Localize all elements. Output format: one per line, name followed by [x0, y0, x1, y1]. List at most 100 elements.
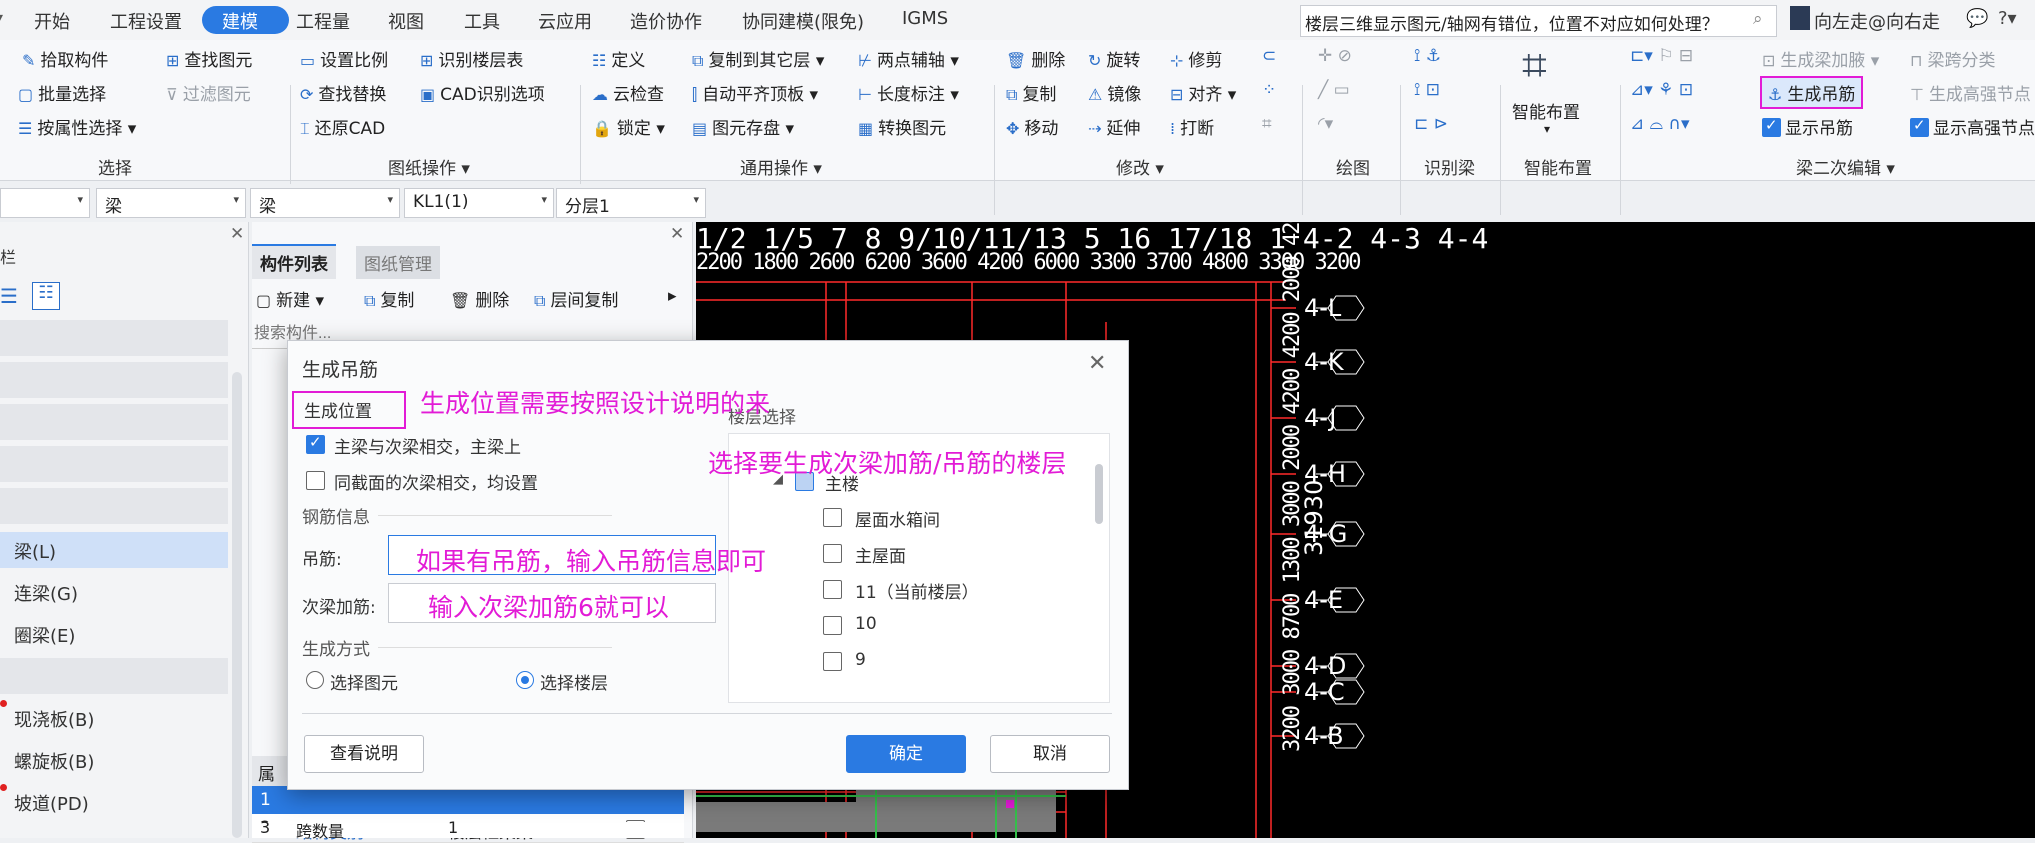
smart-layout-icon[interactable]: ⌗ [1522, 40, 1547, 91]
move-button[interactable]: ✥ 移动 [1006, 114, 1058, 139]
table-row[interactable]: 1 [252, 786, 684, 814]
layer-dropdown[interactable]: 分层1 ▾ [556, 188, 706, 218]
generate-hanger-button[interactable]: ⚓ 生成吊筋 [1760, 76, 1864, 109]
floor-checkbox[interactable] [823, 652, 842, 671]
batch-select-button[interactable]: ▢ 批量选择 [18, 80, 106, 105]
cad-options-button[interactable]: ▣ CAD识别选项 [420, 80, 545, 105]
floor-dropdown[interactable]: ▾ [0, 188, 90, 218]
menu-cloud[interactable]: 云应用 [538, 8, 592, 34]
auto-flat-slab-button[interactable]: ⫿ 自动平齐顶板 ▾ [692, 80, 818, 105]
show-hanger-toggle[interactable]: 显示吊筋 [1762, 114, 1853, 139]
pick-component-button[interactable]: ✎ 拾取构件 [22, 46, 108, 71]
split-icon[interactable]: ⁘ [1262, 80, 1276, 100]
save-element-button[interactable]: ▤ 图元存盘 ▾ [692, 114, 794, 139]
nav-item-spiral-slab[interactable]: 螺旋板(B) [0, 742, 228, 778]
copy-component-button[interactable]: ⧉ 复制 [364, 286, 414, 311]
beam-span-icon[interactable]: ⊏▾ ⚐ ⊟ [1630, 46, 1693, 66]
menu-project-settings[interactable]: 工程设置 [110, 8, 182, 34]
menu-modeling[interactable]: 建模 [222, 8, 258, 34]
feedback-icon[interactable]: 💬 [1966, 8, 1988, 29]
cloud-check-button[interactable]: ☁ 云检查 [592, 80, 664, 105]
menu-tools[interactable]: 工具 [464, 8, 500, 34]
list-view-icon[interactable]: ☷ [32, 282, 60, 310]
more-icon[interactable]: ▸ [668, 286, 677, 306]
beam-span-classify-button[interactable]: ⊓ 梁跨分类 [1910, 46, 1995, 71]
floor-checkbox[interactable] [823, 616, 842, 635]
select-floor-radio[interactable] [516, 671, 534, 689]
nav-group[interactable] [0, 446, 228, 482]
chevron-down-icon[interactable]: ▾ [1544, 122, 1550, 136]
new-component-button[interactable]: ▢ 新建 ▾ [256, 286, 324, 311]
nav-group[interactable] [0, 404, 228, 440]
menu-start[interactable]: 开始 [34, 8, 70, 34]
smart-layout-button[interactable]: 智能布置 [1512, 98, 1580, 123]
identify-beam-icon[interactable]: ⟟ ⚓ [1414, 46, 1441, 66]
view-instructions-button[interactable]: 查看说明 [304, 735, 424, 773]
restore-cad-button[interactable]: ⌶ 还原CAD [300, 114, 385, 139]
help-icon[interactable]: ?▾ [1998, 8, 2017, 29]
floor-checkbox[interactable] [823, 580, 842, 599]
trim-button[interactable]: ⊹ 修剪 [1170, 46, 1222, 71]
quick-access-icon[interactable]: ▾ [0, 8, 3, 29]
table-row[interactable]: 3 跨数量 1 [252, 818, 684, 841]
show-hanger-checkbox[interactable] [1762, 116, 1781, 137]
generate-haunch-button[interactable]: ⊡ 生成梁加腋 ▾ [1762, 46, 1879, 71]
main-secondary-checkbox[interactable] [306, 433, 325, 454]
show-high-node-toggle[interactable]: 显示高强节点 [1910, 114, 2035, 139]
menu-view[interactable]: 视图 [388, 8, 424, 34]
nav-item-ramp[interactable]: 坡道(PD) [0, 784, 228, 820]
nav-item-ring-beam[interactable]: 圈梁(E) [0, 616, 228, 652]
line-draw-icon[interactable]: ╱ ▭ [1318, 80, 1350, 100]
align-button[interactable]: ⊟ 对齐 ▾ [1170, 80, 1236, 105]
nav-item-beam[interactable]: 梁(L) [0, 532, 228, 568]
menu-igms[interactable]: IGMS [902, 8, 948, 29]
tree-scrollbar[interactable] [1095, 464, 1103, 524]
floor-copy-button[interactable]: ⧉ 层间复制 [534, 286, 618, 311]
rotate-button[interactable]: ↻ 旋转 [1088, 46, 1140, 71]
define-button[interactable]: ☷ 定义 [592, 46, 645, 71]
check-beam-icon[interactable]: ⟟ ⊡ [1414, 80, 1440, 100]
tab-drawing-management[interactable]: 图纸管理 [356, 246, 440, 279]
nav-group[interactable] [0, 658, 228, 694]
ok-button[interactable]: 确定 [846, 735, 966, 773]
point-draw-icon[interactable]: ✛ ⊘ [1318, 46, 1352, 66]
category-dropdown[interactable]: 梁 ▾ [96, 188, 246, 218]
close-icon[interactable]: ✕ [1088, 351, 1106, 376]
menu-collab-model[interactable]: 协同建模(限免) [742, 8, 864, 34]
convert-element-button[interactable]: ▦ 转换图元 [858, 114, 946, 139]
same-section-checkbox[interactable] [306, 471, 325, 490]
filter-element-button[interactable]: ⊽ 过滤图元 [166, 80, 251, 105]
edit-beam-icon[interactable]: ⊏ ⊳ [1414, 114, 1448, 134]
lock-button[interactable]: 🔒 锁定 ▾ [592, 114, 665, 139]
select-element-radio[interactable] [306, 671, 324, 689]
search-icon[interactable]: ⌕ [1753, 9, 1763, 29]
nav-scrollbar[interactable] [232, 372, 242, 838]
help-search-box[interactable]: 楼层三维显示图元/轴网有错位，位置不对应如何处理？ ⌕ [1300, 5, 1777, 37]
mirror-button[interactable]: ⚠ 镜像 [1088, 80, 1141, 105]
beam-link-icon[interactable]: ⊿ ⌓ ∩▾ [1630, 114, 1689, 134]
component-dropdown[interactable]: KL1(1) ▾ [404, 188, 554, 218]
tab-component-list[interactable]: 构件列表 [252, 244, 336, 279]
copy-button[interactable]: ⧉ 复制 [1006, 80, 1056, 105]
cancel-button[interactable]: 取消 [990, 735, 1110, 773]
nav-item-coupling-beam[interactable]: 连梁(G) [0, 574, 228, 610]
length-mark-button[interactable]: ⊢ 长度标注 ▾ [858, 80, 959, 105]
set-scale-button[interactable]: ▭ 设置比例 [300, 46, 388, 71]
floor-checkbox[interactable] [823, 508, 842, 527]
break-button[interactable]: ⁞ 打断 [1170, 114, 1214, 139]
nav-group[interactable] [0, 362, 228, 398]
offset-icon[interactable]: ⊂ [1262, 46, 1276, 66]
select-by-attribute-button[interactable]: ☰ 按属性选择 ▾ [18, 114, 136, 139]
menu-cost-collab[interactable]: 造价协作 [630, 8, 702, 34]
extend-button[interactable]: ⇢ 延伸 [1088, 114, 1140, 139]
stretch-icon[interactable]: ⌗ [1262, 114, 1272, 134]
two-point-axis-button[interactable]: ⊬ 两点辅轴 ▾ [858, 46, 959, 71]
delete-component-button[interactable]: 🗑 删除 [450, 286, 509, 311]
tree-view-icon[interactable]: ☰ [0, 284, 18, 308]
delete-button[interactable]: 🗑 删除 [1006, 46, 1065, 71]
close-icon[interactable]: ✕ [670, 224, 684, 244]
close-icon[interactable]: ✕ [230, 224, 244, 244]
nav-group[interactable] [0, 320, 228, 356]
arc-draw-icon[interactable]: ◜▾ [1318, 114, 1333, 134]
copy-to-other-floor-button[interactable]: ⧉ 复制到其它层 ▾ [692, 46, 824, 71]
